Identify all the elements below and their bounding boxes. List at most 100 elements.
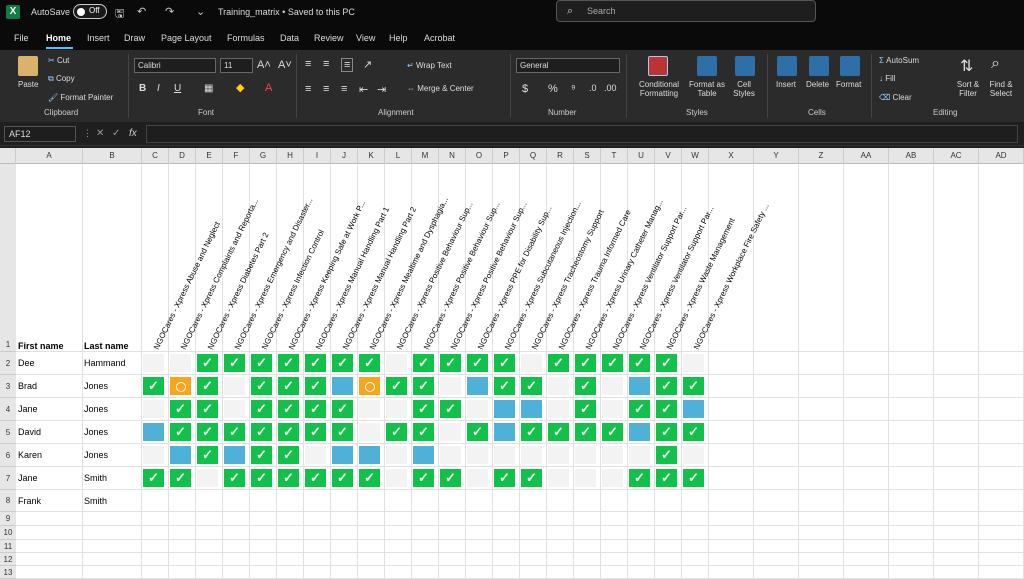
- completed-cell[interactable]: ✓: [628, 468, 651, 488]
- completed-cell[interactable]: ✓: [682, 376, 705, 396]
- empty-cell[interactable]: [547, 399, 570, 419]
- completed-cell[interactable]: ✓: [277, 422, 300, 442]
- in-progress-cell[interactable]: [358, 376, 381, 396]
- column-header-e[interactable]: E: [196, 148, 223, 164]
- completed-cell[interactable]: ✓: [574, 422, 597, 442]
- currency-icon[interactable]: $: [522, 83, 528, 95]
- completed-cell[interactable]: ✓: [304, 399, 327, 419]
- enrolled-cell[interactable]: [520, 399, 543, 419]
- align-right-icon[interactable]: ≡: [341, 83, 347, 95]
- column-header-f[interactable]: F: [223, 148, 250, 164]
- insert-cells-icon[interactable]: [777, 56, 797, 76]
- row-header-4[interactable]: 4: [0, 398, 16, 421]
- completed-cell[interactable]: ✓: [277, 468, 300, 488]
- completed-cell[interactable]: ✓: [169, 468, 192, 488]
- in-progress-cell[interactable]: [169, 376, 192, 396]
- first-name-cell[interactable]: Frank: [18, 496, 41, 506]
- enrolled-cell[interactable]: [331, 376, 354, 396]
- undo-icon[interactable]: ↶: [137, 5, 146, 18]
- clear-button[interactable]: ⌫ Clear: [879, 93, 912, 102]
- tab-file[interactable]: File: [14, 33, 29, 43]
- empty-cell[interactable]: [601, 468, 624, 488]
- enrolled-cell[interactable]: [169, 445, 192, 465]
- completed-cell[interactable]: ✓: [439, 468, 462, 488]
- column-header-a[interactable]: A: [16, 148, 83, 164]
- delete-cells-icon[interactable]: [809, 56, 829, 76]
- column-header-o[interactable]: O: [466, 148, 493, 164]
- name-box[interactable]: AF12: [4, 126, 76, 142]
- cell-styles-icon[interactable]: [735, 56, 755, 76]
- copy-button[interactable]: ⧉ Copy: [48, 74, 75, 84]
- autosum-button[interactable]: Σ AutoSum: [879, 56, 919, 65]
- enrolled-cell[interactable]: [493, 422, 516, 442]
- insert-function-icon[interactable]: fx: [129, 128, 137, 139]
- first-name-cell[interactable]: Jane: [18, 473, 38, 483]
- sort-filter-icon[interactable]: ⇅: [960, 56, 973, 76]
- completed-cell[interactable]: ✓: [331, 468, 354, 488]
- merge-center-button[interactable]: ⇔ Merge & Center: [407, 84, 474, 93]
- completed-cell[interactable]: ✓: [655, 422, 678, 442]
- tab-draw[interactable]: Draw: [124, 33, 145, 43]
- empty-cell[interactable]: [520, 445, 543, 465]
- column-header-z[interactable]: Z: [799, 148, 844, 164]
- align-top-icon[interactable]: ≡: [305, 58, 311, 70]
- column-header-w[interactable]: W: [682, 148, 709, 164]
- empty-cell[interactable]: [574, 445, 597, 465]
- completed-cell[interactable]: ✓: [547, 353, 570, 373]
- empty-cell[interactable]: [385, 353, 408, 373]
- completed-cell[interactable]: ✓: [574, 353, 597, 373]
- empty-cell[interactable]: [142, 353, 165, 373]
- row-header-6[interactable]: 6: [0, 444, 16, 467]
- completed-cell[interactable]: ✓: [574, 376, 597, 396]
- completed-cell[interactable]: ✓: [628, 399, 651, 419]
- align-middle-icon[interactable]: ≡: [323, 58, 329, 70]
- completed-cell[interactable]: ✓: [142, 376, 165, 396]
- empty-cell[interactable]: [547, 445, 570, 465]
- row-header-7[interactable]: 7: [0, 467, 16, 490]
- empty-cell[interactable]: [466, 399, 489, 419]
- column-header-h[interactable]: H: [277, 148, 304, 164]
- empty-cell[interactable]: [385, 445, 408, 465]
- completed-cell[interactable]: ✓: [520, 468, 543, 488]
- enrolled-cell[interactable]: [142, 422, 165, 442]
- completed-cell[interactable]: ✓: [655, 468, 678, 488]
- tab-insert[interactable]: Insert: [87, 33, 110, 43]
- insert-cells-button[interactable]: Insert: [776, 80, 796, 89]
- font-name-select[interactable]: Calibri: [134, 58, 216, 73]
- empty-cell[interactable]: [196, 468, 219, 488]
- column-header-aa[interactable]: AA: [844, 148, 889, 164]
- column-header-c[interactable]: C: [142, 148, 169, 164]
- completed-cell[interactable]: ✓: [655, 376, 678, 396]
- completed-cell[interactable]: ✓: [223, 353, 246, 373]
- column-header-n[interactable]: N: [439, 148, 466, 164]
- column-header-t[interactable]: T: [601, 148, 628, 164]
- completed-cell[interactable]: ✓: [493, 468, 516, 488]
- empty-cell[interactable]: [601, 445, 624, 465]
- completed-cell[interactable]: ✓: [493, 353, 516, 373]
- column-header-l[interactable]: L: [385, 148, 412, 164]
- decrease-decimal-icon[interactable]: .00: [604, 83, 617, 93]
- last-name-cell[interactable]: Jones: [84, 450, 108, 460]
- cancel-icon[interactable]: ✕: [96, 128, 104, 139]
- completed-cell[interactable]: ✓: [304, 422, 327, 442]
- empty-cell[interactable]: [574, 468, 597, 488]
- column-header-m[interactable]: M: [412, 148, 439, 164]
- completed-cell[interactable]: ✓: [601, 422, 624, 442]
- completed-cell[interactable]: ✓: [358, 468, 381, 488]
- completed-cell[interactable]: ✓: [277, 353, 300, 373]
- tab-acrobat[interactable]: Acrobat: [424, 33, 455, 43]
- tab-help[interactable]: Help: [389, 33, 408, 43]
- enrolled-cell[interactable]: [331, 445, 354, 465]
- formula-input[interactable]: [146, 125, 1018, 143]
- row-header-9[interactable]: 9: [0, 512, 16, 526]
- delete-cells-button[interactable]: Delete: [806, 80, 829, 89]
- number-format-select[interactable]: General: [516, 58, 620, 73]
- completed-cell[interactable]: ✓: [223, 468, 246, 488]
- row-header-8[interactable]: 8: [0, 490, 16, 512]
- completed-cell[interactable]: ✓: [655, 399, 678, 419]
- column-header-y[interactable]: Y: [754, 148, 799, 164]
- first-name-cell[interactable]: Dee: [18, 358, 35, 368]
- customize-toolbar-icon[interactable]: ⌄: [196, 5, 205, 18]
- empty-cell[interactable]: [439, 422, 462, 442]
- column-header-b[interactable]: B: [83, 148, 142, 164]
